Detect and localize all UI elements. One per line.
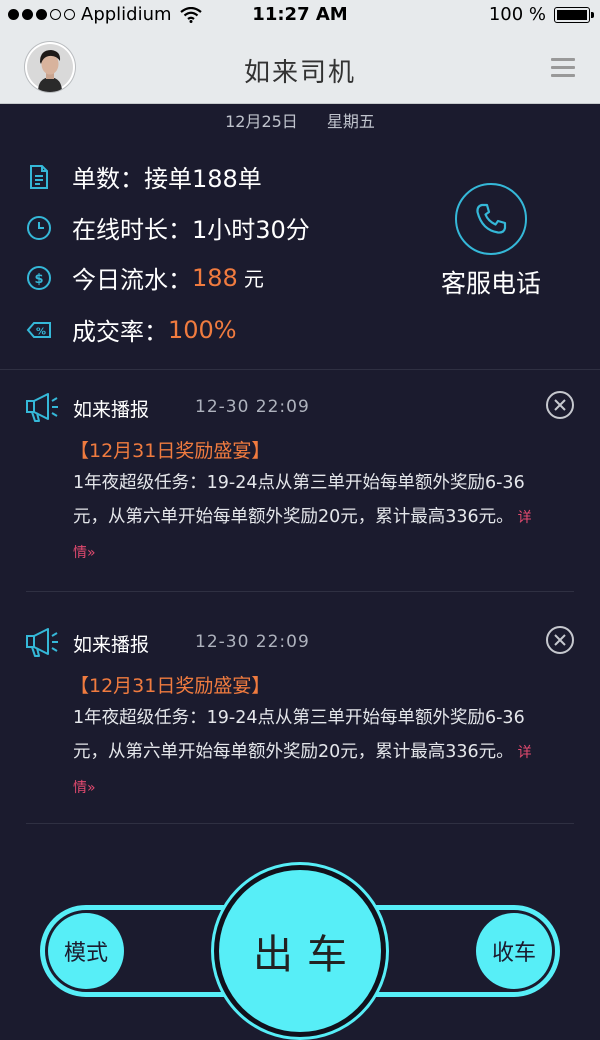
rate-value: 100% [168,315,237,344]
megaphone-icon [26,628,58,657]
broadcast-title: 【12月31日奖励盛宴】 [70,675,271,697]
divider [26,591,574,592]
revenue-stat: $ 今日流水： 188 元 [26,260,264,295]
svg-text:$: $ [34,272,43,287]
close-icon[interactable] [546,391,574,419]
broadcast-body: 1年夜超级任务：19-24点从第三单开始每单额外奖励6-36元，从第六单开始每单… [73,701,543,805]
rate-label: 成交率： [72,318,168,346]
mode-button[interactable]: 模式 [48,913,124,989]
revenue-value: 188 [192,263,238,292]
online-label: 在线时长： [72,216,192,244]
broadcast-card: 如来播报 12-30 22:09 【12月31日奖励盛宴】 1年夜超级任务：19… [0,370,600,592]
conversion-rate-stat: % 成交率： 100% [26,312,237,347]
online-time-stat: 在线时长： 1小时30分 [26,210,310,245]
dollar-icon: $ [27,265,51,290]
broadcast-title: 【12月31日奖励盛宴】 [70,440,271,462]
status-bar: Applidium 11:27 AM 100 % [0,0,600,32]
discount-tag-icon: % [26,321,51,338]
svg-text:%: % [36,326,46,337]
orders-stat: 单数： 接单188单 [26,159,262,194]
online-value: 1小时30分 [192,216,310,244]
broadcast-body: 1年夜超级任务：19-24点从第三单开始每单额外奖励6-36元，从第六单开始每单… [73,466,543,570]
service-phone-button[interactable] [455,183,527,255]
broadcast-text: 1年夜超级任务：19-24点从第三单开始每单额外奖励6-36元，从第六单开始每单… [73,708,525,762]
close-icon[interactable] [546,626,574,654]
battery-icon [554,6,594,23]
depart-button[interactable]: 出车 [219,870,381,1032]
nav-bar: 如来司机 [0,32,600,104]
date-row: 12月25日 星期五 [0,108,600,132]
weekday-text: 星期五 [326,112,375,131]
phone-icon [476,203,507,234]
document-icon [30,164,48,189]
broadcast-time: 12-30 22:09 [195,632,310,652]
broadcast-source: 如来播报 [73,634,150,656]
orders-label: 单数： [72,165,144,193]
menu-icon[interactable] [551,58,575,78]
broadcast-time: 12-30 22:09 [195,397,310,417]
battery-percent: 100 % [488,4,546,25]
broadcast-text: 1年夜超级任务：19-24点从第三单开始每单额外奖励6-36元，从第六单开始每单… [73,473,525,527]
orders-value: 接单188单 [144,165,262,193]
megaphone-icon [26,393,58,422]
broadcast-card: 如来播报 12-30 22:09 【12月31日奖励盛宴】 1年夜超级任务：19… [0,605,600,827]
stop-button[interactable]: 收车 [476,913,552,989]
revenue-label: 今日流水： [72,266,192,294]
revenue-unit: 元 [243,267,264,291]
date-text: 12月25日 [225,112,298,131]
broadcast-source: 如来播报 [73,399,150,421]
service-phone-label[interactable]: 客服电话 [430,264,552,300]
page-title: 如来司机 [243,58,356,88]
divider [26,823,574,824]
clock-icon [27,215,51,240]
